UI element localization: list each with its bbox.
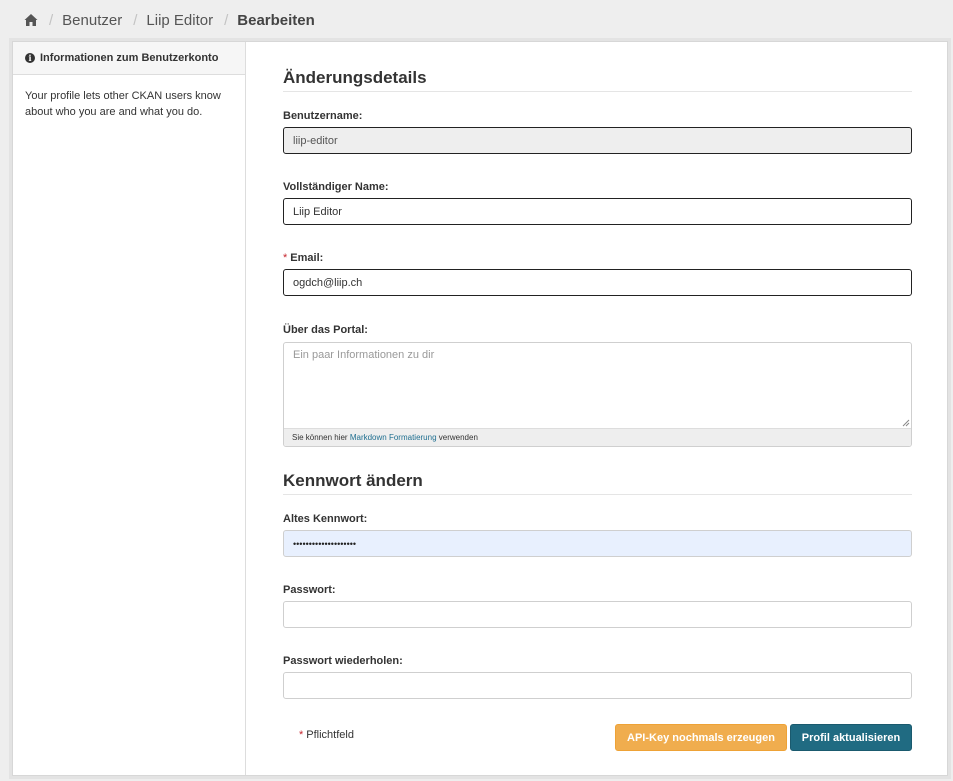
- password-label: Passwort:: [283, 584, 336, 596]
- old-password-label: Altes Kennwort:: [283, 513, 368, 525]
- markdown-hint-prefix: Sie können hier: [292, 433, 348, 442]
- breadcrumb-benutzer-link[interactable]: Benutzer: [62, 12, 122, 29]
- email-field[interactable]: ogdch@liip.ch: [283, 269, 912, 296]
- about-field-wrapper: Ein paar Informationen zu dir Sie können…: [283, 342, 912, 447]
- sidebar-description: Your profile lets other CKAN users know …: [25, 90, 221, 118]
- required-asterisk: *: [299, 729, 304, 741]
- password-field[interactable]: [283, 601, 912, 628]
- breadcrumb: / Benutzer / Liip Editor / Bearbeiten: [24, 10, 315, 30]
- sidebar: i Informationen zum Benutzerkonto Your p…: [13, 42, 246, 775]
- required-note-text: Pflichtfeld: [306, 729, 354, 741]
- section-title-details: Änderungsdetails: [283, 68, 912, 92]
- markdown-link[interactable]: Markdown Formatierung: [350, 433, 437, 442]
- section-title-password: Kennwort ändern: [283, 471, 912, 495]
- regenerate-api-key-button[interactable]: API-Key nochmals erzeugen: [615, 724, 787, 751]
- username-label: Benutzername:: [283, 110, 363, 122]
- markdown-hint-suffix: verwenden: [438, 433, 478, 442]
- required-asterisk: *: [283, 252, 288, 264]
- breadcrumb-separator: /: [133, 11, 138, 29]
- email-label: * Email:: [283, 252, 323, 264]
- about-textarea[interactable]: Ein paar Informationen zu dir: [284, 343, 911, 428]
- password-repeat-label: Passwort wiederholen:: [283, 655, 403, 667]
- info-circle-icon: i: [25, 53, 35, 63]
- password-repeat-field[interactable]: [283, 672, 912, 699]
- old-password-field[interactable]: ••••••••••••••••••••: [283, 530, 912, 557]
- sidebar-heading: i Informationen zum Benutzerkonto: [13, 42, 245, 75]
- breadcrumb-user-link[interactable]: Liip Editor: [146, 12, 213, 29]
- email-label-text: Email:: [290, 252, 324, 264]
- content-panel: i Informationen zum Benutzerkonto Your p…: [12, 41, 948, 776]
- fullname-field[interactable]: Liip Editor: [283, 198, 912, 225]
- fullname-label: Vollständiger Name:: [283, 181, 389, 193]
- breadcrumb-current: Bearbeiten: [237, 11, 315, 29]
- breadcrumb-separator: /: [49, 11, 54, 29]
- sidebar-title: Informationen zum Benutzerkonto: [40, 52, 219, 64]
- markdown-hint: Sie können hier Markdown Formatierung ve…: [284, 428, 911, 446]
- breadcrumb-separator: /: [224, 11, 229, 29]
- required-note: * Pflichtfeld: [299, 729, 354, 741]
- home-icon[interactable]: [24, 13, 38, 27]
- about-label: Über das Portal:: [283, 324, 368, 336]
- update-profile-button[interactable]: Profil aktualisieren: [790, 724, 912, 751]
- username-field[interactable]: liip-editor: [283, 127, 912, 154]
- resize-handle-icon[interactable]: [902, 419, 910, 427]
